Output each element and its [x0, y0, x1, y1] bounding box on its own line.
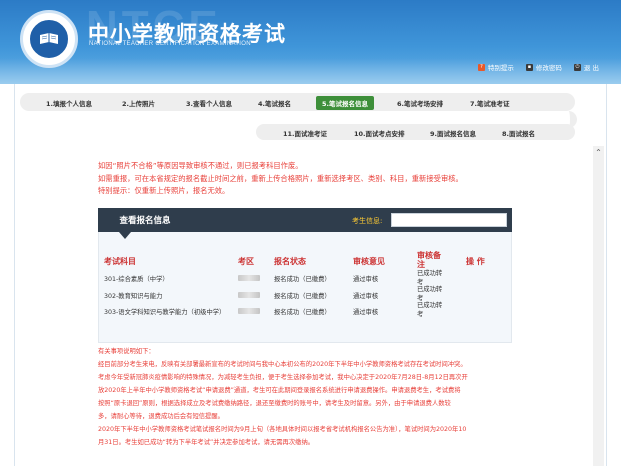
step-personal-info[interactable]: 1.填报个人信息: [46, 98, 92, 108]
header-links: ? 特别提示 ▪ 修改密码 ⏻ 退 出: [477, 62, 599, 72]
special-notice-label: 特别提示: [487, 64, 514, 72]
notes-line: 2020年下半年中小学教师资格考试笔试报名时间为9月上旬（各地具体时间以报考省考…: [98, 426, 467, 433]
row1-subject: 301-综合素质（中学）: [104, 276, 169, 283]
notes-line: 多，请耐心等待，退费成功后会有短信提醒。: [98, 413, 224, 420]
ntce-logo: [20, 10, 78, 68]
examinee-info-label: 考生信息:: [352, 217, 383, 225]
logo-emblem: [28, 18, 70, 60]
row3-review: 通过审核: [353, 309, 379, 316]
col-subject: 考试科目: [104, 257, 136, 266]
step-interview-registration-info[interactable]: 9.面试报名信息: [430, 128, 476, 138]
row1-review: 通过审核: [353, 276, 379, 283]
row1-status: 报名成功（已缴费）: [274, 276, 331, 283]
row3-exam-area-redacted: [238, 308, 260, 314]
photo-notice: 如因“照片不合格”等原因导致审核不通过，则已报考科目作废。 如需重报，可在本省规…: [98, 160, 578, 198]
help-icon: ?: [477, 63, 485, 71]
change-password-link[interactable]: ▪ 修改密码: [525, 62, 562, 72]
notes-heading: 有关事项说明如下：: [98, 348, 155, 355]
col-exam-area: 考区: [238, 257, 254, 266]
row3-subject: 303-语文学科知识与教学能力（初级中学）: [104, 309, 226, 316]
col-action: 操 作: [466, 257, 485, 266]
special-notice-link[interactable]: ? 特别提示: [477, 62, 514, 72]
logout-link[interactable]: ⏻ 退 出: [573, 62, 599, 72]
row3-remark: 已成功转考: [417, 302, 443, 318]
book-icon: [40, 33, 58, 44]
site-header: NTCE 中小学教师资格考试 NATIONAL TEACHER CERTIFIC…: [0, 0, 621, 84]
row1-exam-area-redacted: [238, 275, 260, 281]
row2-exam-area-redacted: [238, 292, 260, 298]
step-written-registration-info[interactable]: 5.笔试报名信息: [316, 96, 374, 110]
key-icon: ▪: [525, 63, 533, 71]
notes-line: 放2020年上半年中小学教师资格考试“申请退费”通道，考生可在此期间登录报名系统…: [98, 387, 461, 394]
row3-status: 报名成功（已缴费）: [274, 309, 331, 316]
notes-line: 按照“原卡退回”原则，根据选择成立及考试费缴纳路径，退还至缴费时的账号中，请考生…: [98, 400, 451, 407]
tab-pointer: [119, 232, 131, 239]
scroll-up-icon[interactable]: ⌃: [593, 146, 604, 159]
vertical-scrollbar[interactable]: [593, 146, 604, 466]
notes-section: 有关事项说明如下： 经目前部分考生来电，反映有关部署最新宣布的考试时间与我中心本…: [98, 345, 512, 466]
examinee-info-field[interactable]: [391, 213, 507, 227]
site-subtitle: NATIONAL TEACHER CERTIFICATION EXAMINATI…: [89, 41, 251, 47]
step-interview-venue[interactable]: 10.面试考点安排: [354, 128, 405, 138]
notice-line-3: 特别提示：仅重新上传照片，报名无效。: [98, 186, 230, 195]
logout-label: 退 出: [583, 64, 599, 72]
col-review: 审核意见: [353, 257, 385, 266]
change-password-label: 修改密码: [535, 64, 562, 72]
row2-review: 通过审核: [353, 293, 379, 300]
notice-line-1: 如因“照片不合格”等原因导致审核不通过，则已报考科目作废。: [98, 161, 303, 170]
notice-line-2: 如需重报，可在本省规定的报名截止时间之前，重新上传合格照片，重新选择考区、类别、…: [98, 173, 463, 183]
step-written-registration[interactable]: 4.笔试报名: [258, 98, 291, 108]
notes-line: 月31日。考生如已成功“转为下半年考试”并决定参加考试，请无需再次缴纳。: [98, 439, 315, 446]
row1-remark: 已成功转考: [417, 270, 443, 286]
step-interview-registration[interactable]: 8.面试报名: [502, 128, 535, 138]
row2-remark: 已成功转考: [417, 286, 443, 302]
col-status: 报名状态: [274, 257, 306, 266]
row2-subject: 302-教育知识与能力: [104, 293, 163, 300]
step-written-admission-ticket[interactable]: 7.笔试准考证: [470, 98, 510, 108]
step-view-personal-info[interactable]: 3.查看个人信息: [186, 98, 232, 108]
view-registration-tab[interactable]: 查看报名信息: [98, 208, 192, 232]
col-remark: 审核备注: [417, 251, 441, 269]
power-icon: ⏻: [573, 63, 581, 71]
step-written-venue[interactable]: 6.笔试考场安排: [397, 98, 443, 108]
notes-line: 考虑今年受新冠肺炎疫情影响的特殊情况，为减轻考生负担，便于考生选择参加考试，我中…: [98, 374, 468, 381]
row2-status: 报名成功（已缴费）: [274, 293, 331, 300]
step-upload-photo[interactable]: 2.上传照片: [122, 98, 155, 108]
step-interview-admission-ticket[interactable]: 11.面试准考证: [283, 128, 327, 138]
notes-line: 经目前部分考生来电，反映有关部署最新宣布的考试时间与我中心本初公布的2020年下…: [98, 361, 467, 368]
